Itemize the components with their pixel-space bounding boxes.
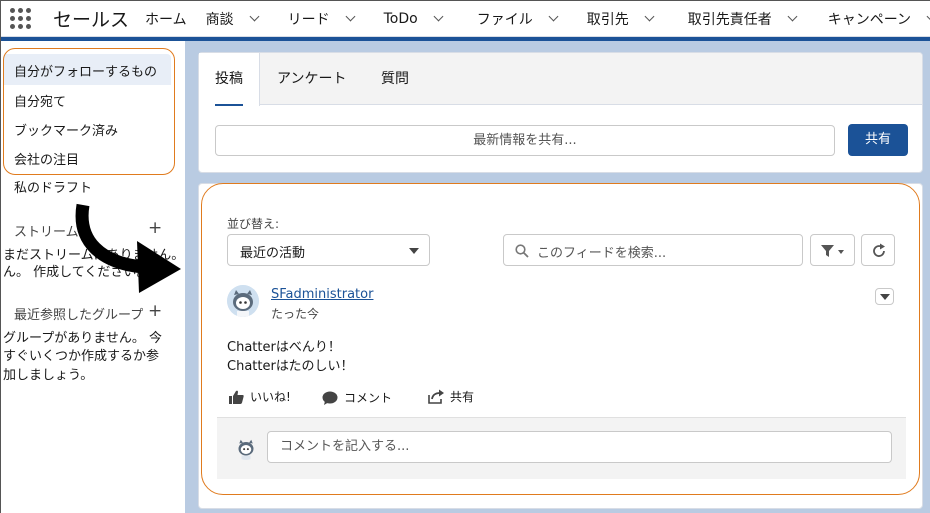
groups-empty-line3: 加しましょう。	[3, 368, 94, 383]
groups-empty-line1: グループがありません。 今	[3, 331, 162, 346]
app-name: セールス	[53, 9, 130, 31]
nav-item-label: キャンペーン	[827, 11, 912, 28]
tab-poll[interactable]: アンケート	[277, 53, 346, 105]
nav-item-label: ファイル	[476, 11, 533, 28]
tab-post[interactable]: 投稿	[199, 53, 260, 106]
feed-annotation-outline	[201, 183, 920, 495]
nav-item-label: 商談	[205, 11, 234, 28]
nav-item-7[interactable]: キャンペーン	[828, 9, 930, 29]
chevron-down-icon[interactable]	[433, 11, 444, 22]
chevron-down-icon[interactable]	[926, 11, 930, 22]
nav-item-0[interactable]: ホーム	[145, 9, 187, 29]
nav-item-label: ホーム	[145, 11, 187, 28]
share-update-input[interactable]: 最新情報を共有...	[215, 125, 835, 156]
nav-item-label: ToDo	[383, 10, 418, 27]
sidebar-item-my-drafts[interactable]: 私のドラフト	[14, 177, 92, 196]
sidebar-annotation-outline	[3, 48, 175, 175]
annotation-arrow-icon	[75, 203, 181, 293]
nav-item-3[interactable]: ToDo	[383, 10, 444, 27]
nav-item-label: 取引先	[586, 11, 629, 28]
chevron-down-icon[interactable]	[548, 11, 559, 22]
streams-heading: ストリーム	[14, 225, 79, 240]
chevron-down-icon[interactable]	[787, 11, 798, 22]
publisher-tabs: 投稿 アンケート 質問	[199, 53, 922, 106]
publisher-card: 投稿 アンケート 質問 最新情報を共有... 共有	[198, 52, 923, 173]
groups-empty-line2: すぐいくつか作成するか参	[3, 349, 160, 364]
nav-item-label: 取引先責任者	[687, 11, 772, 28]
chevron-down-icon[interactable]	[345, 11, 356, 22]
tab-question[interactable]: 質問	[381, 53, 409, 105]
nav-item-label: リード	[287, 11, 330, 28]
add-group-icon[interactable]: +	[148, 303, 162, 320]
chevron-down-icon[interactable]	[644, 11, 655, 22]
chevron-down-icon[interactable]	[249, 11, 260, 22]
share-button[interactable]: 共有	[848, 124, 908, 156]
nav-item-4[interactable]: ファイル	[476, 9, 559, 29]
global-navigation: セールス ホーム商談リードToDoファイル取引先取引先責任者キャンペーンダ	[1, 1, 930, 37]
groups-heading: 最近参照したグループ	[14, 308, 144, 323]
app-launcher-icon[interactable]	[10, 8, 31, 30]
nav-item-5[interactable]: 取引先	[586, 9, 655, 29]
nav-items: ホーム商談リードToDoファイル取引先取引先責任者キャンペーンダ	[145, 9, 930, 29]
nav-item-1[interactable]: 商談	[205, 9, 260, 29]
nav-item-2[interactable]: リード	[287, 9, 356, 29]
nav-item-6[interactable]: 取引先責任者	[687, 9, 798, 29]
